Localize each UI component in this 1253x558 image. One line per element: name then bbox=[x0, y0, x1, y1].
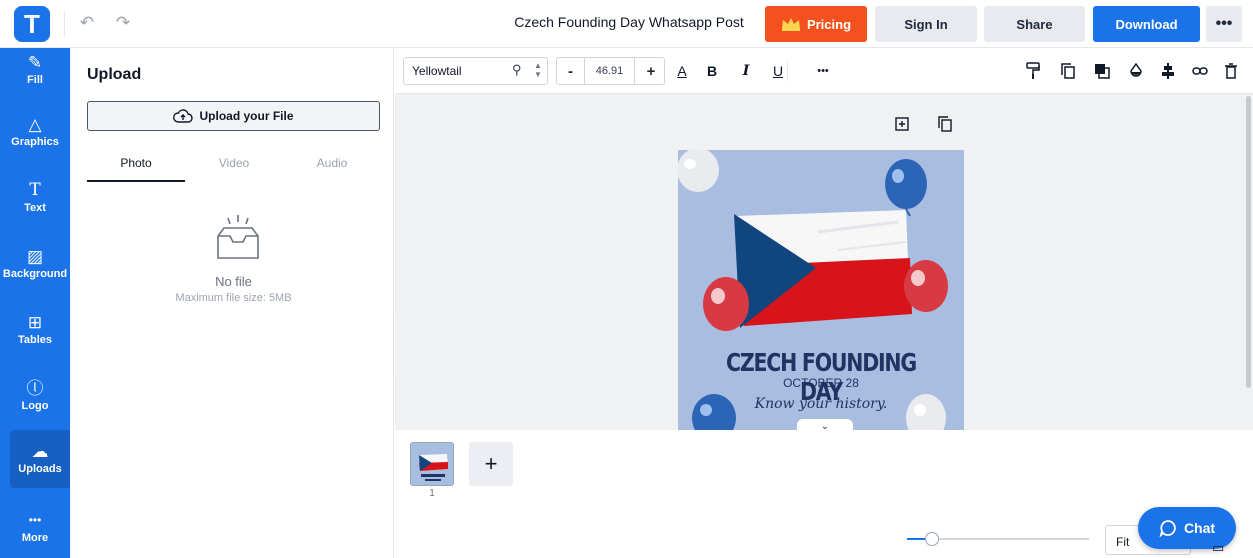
sidebar-item-uploads[interactable]: ☁ Uploads bbox=[10, 430, 70, 488]
design-tagline[interactable]: Know your history. bbox=[678, 396, 964, 412]
sidebar-item-tables[interactable]: ⊞ Tables bbox=[0, 302, 70, 358]
thumbnail-artwork bbox=[419, 454, 448, 481]
active-tab-indicator bbox=[87, 180, 185, 182]
redo-icon[interactable]: ↷ bbox=[112, 12, 134, 34]
sidebar-item-graphics[interactable]: △ Graphics bbox=[0, 104, 70, 160]
opacity-drop-icon[interactable] bbox=[1126, 61, 1146, 81]
spinner-arrows-icon[interactable]: ▲ ▼ bbox=[534, 61, 542, 79]
logo-icon: ⓛ bbox=[26, 379, 44, 398]
pricing-label: Pricing bbox=[806, 16, 852, 32]
paint-roller-icon[interactable] bbox=[1023, 61, 1043, 81]
empty-inbox-icon bbox=[217, 215, 259, 259]
chat-bubble-icon bbox=[1159, 520, 1176, 537]
zoom-slider[interactable] bbox=[907, 532, 1089, 546]
upload-panel: Upload Upload your File Photo Video Audi… bbox=[70, 48, 394, 558]
sidebar-item-logo[interactable]: ⓛ Logo bbox=[0, 368, 70, 424]
empty-state-subtitle: Maximum file size: 5MB bbox=[175, 292, 292, 304]
font-size-input[interactable]: 46.91 bbox=[585, 58, 635, 84]
sidebar-item-fill[interactable]: ✎ Fill bbox=[0, 42, 70, 98]
sign-in-button[interactable]: Sign In bbox=[875, 6, 977, 42]
tab-audio[interactable]: Audio bbox=[283, 156, 381, 170]
vertical-scrollbar[interactable] bbox=[1246, 96, 1251, 388]
underline-button[interactable]: U bbox=[768, 61, 788, 81]
cloud-upload-icon bbox=[173, 109, 194, 123]
design-date[interactable]: OCTOBER 28 bbox=[678, 376, 964, 390]
increase-size-button[interactable]: + bbox=[637, 58, 665, 84]
tab-video[interactable]: Video bbox=[185, 156, 283, 170]
toolbar-divider bbox=[787, 61, 788, 81]
align-center-icon[interactable] bbox=[1158, 61, 1178, 81]
sidebar-item-label: Fill bbox=[27, 74, 43, 86]
table-icon: ⊞ bbox=[27, 313, 43, 332]
link-icon[interactable] bbox=[1190, 61, 1210, 81]
text-color-icon[interactable]: A bbox=[672, 61, 692, 81]
sidebar-item-label: More bbox=[21, 532, 49, 544]
font-family-select[interactable]: Yellowtail ⚲ ▲ ▼ bbox=[403, 57, 548, 85]
sidebar-item-label: Background bbox=[2, 268, 68, 280]
search-icon[interactable]: ⚲ bbox=[512, 62, 522, 78]
add-page-button[interactable]: + bbox=[469, 442, 513, 486]
sidebar-item-label: Graphics bbox=[11, 136, 59, 148]
zoom-slider-fill bbox=[907, 538, 925, 540]
duplicate-icon[interactable] bbox=[1058, 61, 1078, 81]
zoom-slider-handle[interactable] bbox=[925, 532, 939, 546]
upload-file-label: Upload your File bbox=[199, 109, 294, 123]
tab-photo[interactable]: Photo bbox=[87, 156, 185, 170]
canvas-area: CZECH FOUNDING DAY OCTOBER 28 Know your … bbox=[395, 94, 1253, 430]
page-number: 1 bbox=[429, 488, 435, 499]
sidebar-item-label: Logo bbox=[21, 400, 49, 412]
pages-strip: 1 + Fit bbox=[395, 430, 1253, 558]
shapes-icon: △ bbox=[28, 115, 42, 134]
top-bar: T ↶ ↷ Czech Founding Day Whatsapp Post P… bbox=[0, 0, 1253, 48]
text-icon: T bbox=[29, 180, 41, 200]
pencil-icon: ✎ bbox=[27, 53, 43, 72]
document-title[interactable]: Czech Founding Day Whatsapp Post bbox=[504, 14, 754, 30]
upload-file-button[interactable]: Upload your File bbox=[87, 101, 380, 131]
font-size-stepper: - 46.91 + bbox=[556, 57, 665, 85]
add-element-icon[interactable] bbox=[892, 114, 912, 134]
sidebar-item-background[interactable]: ▨ Background bbox=[0, 236, 70, 292]
bold-button[interactable]: B bbox=[702, 61, 722, 81]
background-icon: ▨ bbox=[26, 247, 44, 266]
more-format-options-icon[interactable]: ••• bbox=[813, 61, 833, 81]
sidebar-item-label: Text bbox=[24, 202, 46, 214]
pricing-button[interactable]: Pricing bbox=[765, 6, 867, 42]
crown-icon bbox=[781, 18, 800, 31]
decrease-size-button[interactable]: - bbox=[557, 58, 585, 84]
sidebar-item-text[interactable]: T Text bbox=[0, 170, 70, 226]
undo-icon[interactable]: ↶ bbox=[76, 12, 98, 34]
sidebar-item-more[interactable]: ••• More bbox=[0, 500, 70, 556]
duplicate-page-icon[interactable] bbox=[935, 114, 955, 134]
toolbar-divider bbox=[64, 12, 65, 36]
sidebar-item-label: Uploads bbox=[18, 463, 62, 475]
panel-title: Upload bbox=[87, 66, 142, 83]
left-sidebar: ✎ Fill △ Graphics T Text ▨ Background ⊞ … bbox=[0, 48, 70, 558]
chat-label: Chat bbox=[1183, 520, 1216, 536]
app-logo[interactable]: T bbox=[14, 6, 50, 42]
trash-icon[interactable] bbox=[1221, 61, 1241, 81]
italic-button[interactable]: I bbox=[736, 61, 756, 81]
page-thumbnail[interactable] bbox=[410, 442, 454, 486]
more-options-button[interactable]: ••• bbox=[1206, 6, 1242, 42]
cloud-upload-icon: ☁ bbox=[31, 442, 49, 461]
share-button[interactable]: Share bbox=[984, 6, 1085, 42]
font-family-value: Yellowtail bbox=[412, 64, 462, 78]
grid-icon[interactable]: ▭ bbox=[1212, 540, 1230, 556]
format-toolbar: Yellowtail ⚲ ▲ ▼ - 46.91 + A B I U ••• bbox=[395, 48, 1253, 94]
more-dots-icon: ••• bbox=[28, 513, 42, 527]
design-canvas[interactable]: CZECH FOUNDING DAY OCTOBER 28 Know your … bbox=[678, 150, 964, 430]
sidebar-item-label: Tables bbox=[17, 334, 53, 346]
layer-order-icon[interactable] bbox=[1092, 61, 1112, 81]
empty-state-title: No file bbox=[215, 274, 252, 289]
download-button[interactable]: Download bbox=[1093, 6, 1200, 42]
